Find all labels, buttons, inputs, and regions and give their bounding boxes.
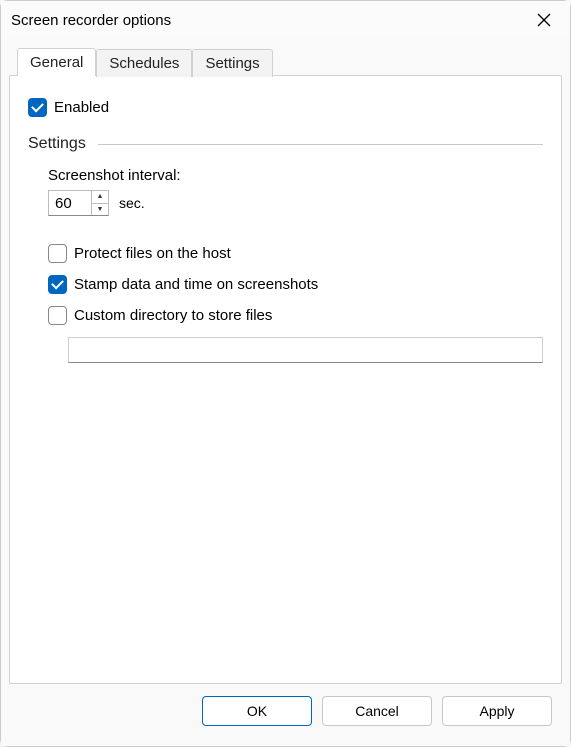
spinner-up[interactable]: ▲ bbox=[92, 191, 108, 204]
settings-group: Screenshot interval: ▲ ▼ sec. bbox=[28, 167, 543, 363]
close-button[interactable] bbox=[528, 6, 560, 34]
button-label: Cancel bbox=[355, 703, 399, 719]
footer: OK Cancel Apply bbox=[9, 684, 562, 738]
customdir-checkbox[interactable] bbox=[48, 306, 67, 325]
stamp-label: Stamp data and time on screenshots bbox=[74, 276, 318, 293]
protect-label: Protect files on the host bbox=[74, 245, 231, 262]
divider bbox=[98, 144, 543, 145]
tab-settings[interactable]: Settings bbox=[192, 49, 272, 77]
tab-area: General Schedules Settings Enabled Setti… bbox=[9, 47, 562, 684]
cancel-button[interactable]: Cancel bbox=[322, 696, 432, 726]
protect-row: Protect files on the host bbox=[48, 244, 543, 263]
interval-spinner: ▲ ▼ bbox=[48, 190, 109, 216]
tab-label: Schedules bbox=[109, 55, 179, 72]
settings-header-label: Settings bbox=[28, 135, 86, 153]
enabled-label: Enabled bbox=[54, 99, 109, 116]
spinner-arrows: ▲ ▼ bbox=[91, 191, 108, 215]
spinner-down[interactable]: ▼ bbox=[92, 204, 108, 216]
settings-section-header: Settings bbox=[28, 135, 543, 153]
content-area: General Schedules Settings Enabled Setti… bbox=[1, 39, 570, 746]
titlebar: Screen recorder options bbox=[1, 1, 570, 39]
customdir-row: Custom directory to store files bbox=[48, 306, 543, 325]
ok-button[interactable]: OK bbox=[202, 696, 312, 726]
stamp-checkbox[interactable] bbox=[48, 275, 67, 294]
tab-general[interactable]: General bbox=[17, 48, 96, 76]
enabled-row: Enabled bbox=[28, 98, 543, 117]
tab-label: General bbox=[30, 54, 83, 71]
tab-label: Settings bbox=[205, 55, 259, 72]
interval-row: ▲ ▼ sec. bbox=[48, 190, 543, 216]
close-icon bbox=[536, 12, 552, 28]
customdir-input[interactable] bbox=[68, 337, 543, 363]
button-label: OK bbox=[247, 703, 267, 719]
settings-checkbox-group: Protect files on the host Stamp data and… bbox=[48, 244, 543, 325]
stamp-row: Stamp data and time on screenshots bbox=[48, 275, 543, 294]
tab-schedules[interactable]: Schedules bbox=[96, 49, 192, 77]
interval-input[interactable] bbox=[49, 191, 91, 215]
tab-row: General Schedules Settings bbox=[9, 47, 562, 75]
customdir-label: Custom directory to store files bbox=[74, 307, 272, 324]
interval-unit: sec. bbox=[119, 195, 145, 211]
button-label: Apply bbox=[479, 703, 514, 719]
window-title: Screen recorder options bbox=[11, 12, 171, 29]
tab-body: Enabled Settings Screenshot interval: ▲ … bbox=[9, 75, 562, 684]
dialog-window: Screen recorder options General Schedule… bbox=[0, 0, 571, 747]
enabled-checkbox[interactable] bbox=[28, 98, 47, 117]
apply-button[interactable]: Apply bbox=[442, 696, 552, 726]
protect-checkbox[interactable] bbox=[48, 244, 67, 263]
interval-label: Screenshot interval: bbox=[48, 167, 543, 184]
